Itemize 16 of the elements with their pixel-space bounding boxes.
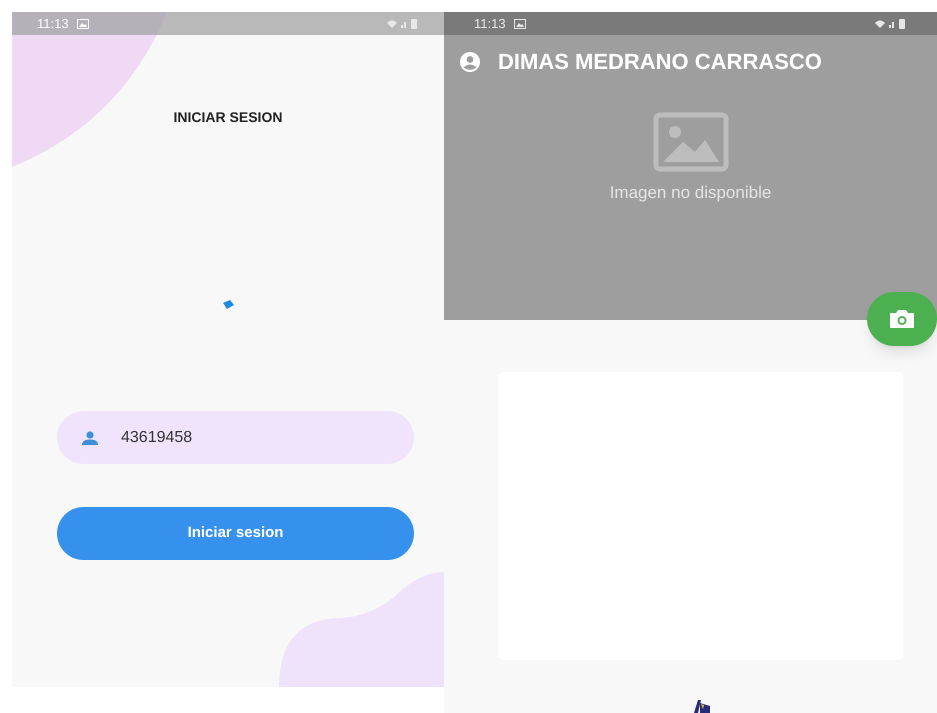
camera-button[interactable] — [867, 292, 937, 346]
screen-title: INICIAR SESION — [174, 108, 282, 127]
image-placeholder-icon — [652, 112, 728, 172]
image-icon — [76, 18, 89, 28]
username-field[interactable]: 43619458 — [57, 411, 414, 464]
image-unavailable-text: Imagen no disponible — [610, 182, 772, 204]
status-time: 11:13 — [37, 14, 69, 33]
camera-icon — [889, 309, 915, 329]
signal-status-icons — [875, 18, 907, 28]
signal-status-icons — [387, 18, 419, 28]
image-icon — [514, 18, 526, 28]
loading-icon — [222, 300, 234, 309]
user-circle-icon — [460, 52, 480, 72]
profile-name: DIMAS MEDRANO CARRASCO — [498, 48, 822, 76]
status-time: 11:13 — [474, 14, 506, 33]
person-icon — [81, 431, 99, 445]
